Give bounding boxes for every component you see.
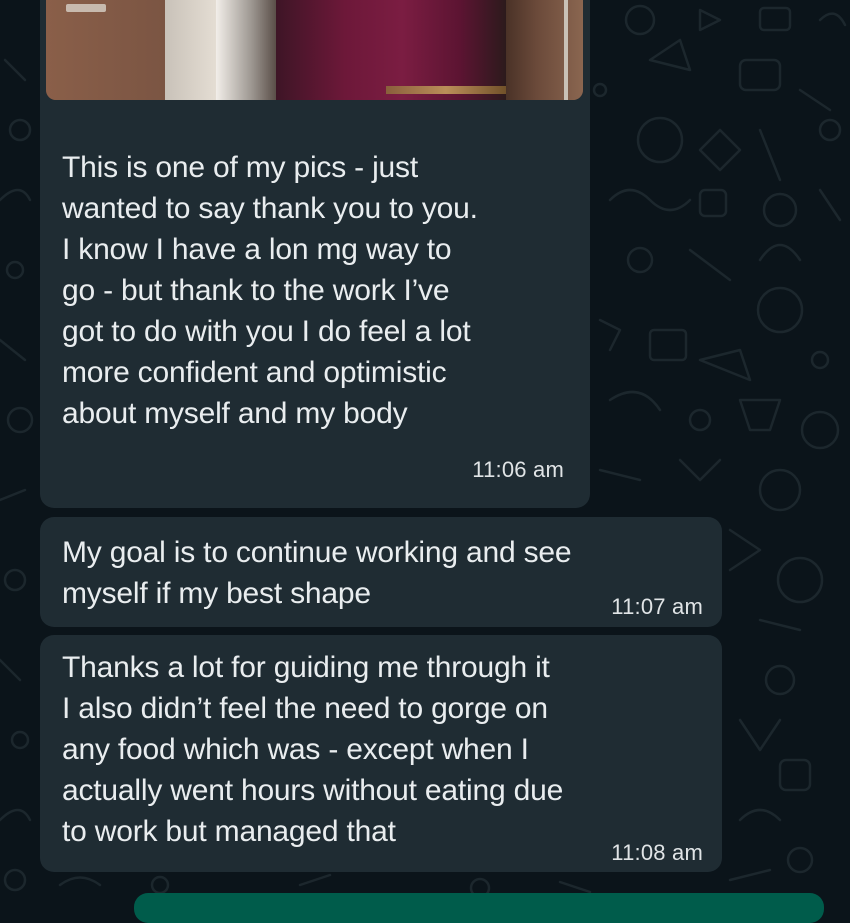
message-bubble[interactable]: My goal is to continue working and see m… [40,517,722,627]
message-text: This is one of my pics - just wanted to … [62,151,478,430]
message-time: 11:07 am [611,594,703,619]
outgoing-message-bubble[interactable] [134,893,824,923]
photo-sticker [66,4,106,12]
message-text: My goal is to continue working and see m… [62,536,572,610]
photo-dress [276,0,506,100]
message-bubble[interactable]: Thanks a lot for guiding me through it I… [40,635,722,872]
message-time: 11:06 am [472,457,564,482]
photo-dress-hem [386,86,506,94]
image-message-bubble[interactable]: This is one of my pics - just wanted to … [40,0,590,508]
photo-frame [564,0,568,100]
message-text: Thanks a lot for guiding me through it I… [62,651,564,848]
message-time: 11:08 am [611,840,703,865]
photo-wall [46,0,216,100]
photo-door [506,0,583,100]
shared-photo[interactable] [46,0,583,100]
photo-mirror [216,0,276,100]
